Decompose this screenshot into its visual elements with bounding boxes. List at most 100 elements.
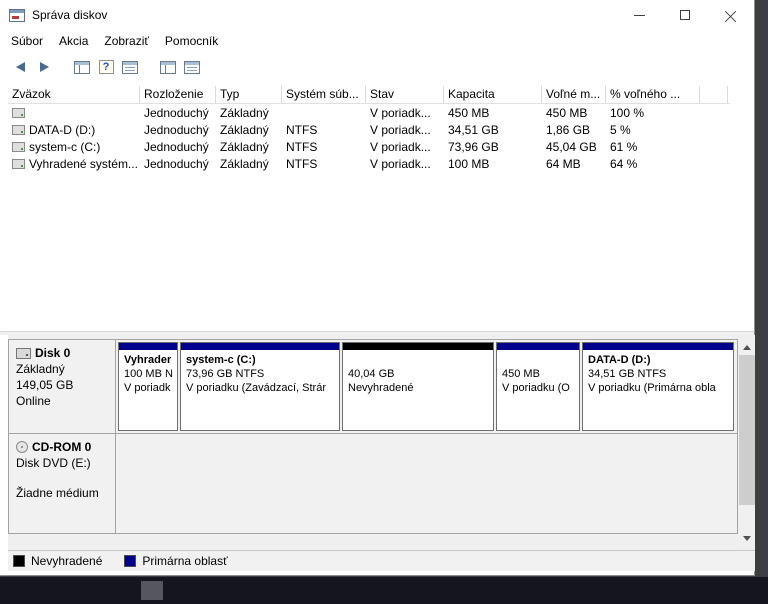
menu-file[interactable]: Súbor [3, 31, 51, 51]
close-icon [725, 9, 737, 21]
console-tree-button[interactable] [70, 55, 94, 79]
layout-cell: Jednoduchý [140, 140, 216, 154]
disk0-status: Online [16, 394, 108, 408]
action-pane-icon [160, 61, 176, 74]
volume-row-recovery[interactable]: Jednoduchý Základný V poriadk... 450 MB … [8, 104, 730, 121]
column-header-capacity[interactable]: Kapacita [444, 86, 542, 103]
forward-icon [40, 62, 49, 72]
legend-primary-partition: Primárna oblasť [124, 554, 227, 568]
volume-icon [12, 108, 25, 118]
layout-cell: Jednoduchý [140, 157, 216, 171]
type-cell: Základný [216, 123, 282, 137]
window-controls [616, 0, 754, 30]
cdrom-row: CD-ROM 0 Disk DVD (E:) Žiadne médium [8, 433, 738, 534]
volume-row-system-c[interactable]: system-c (C:) Jednoduchý Základný NTFS V… [8, 138, 730, 155]
action-pane-button[interactable] [156, 55, 180, 79]
type-cell: Základný [216, 106, 282, 120]
partition-size: 73,96 GB NTFS [181, 367, 339, 381]
partition-unallocated[interactable]: 40,04 GB Nevyhradené [342, 342, 494, 431]
filesystem-cell: NTFS [282, 140, 366, 154]
volume-name-cell [8, 108, 140, 118]
column-header-filesystem[interactable]: Systém súb... [282, 86, 366, 103]
unallocated-partition-strip [343, 343, 493, 350]
hard-disk-icon [16, 348, 31, 359]
cd-rom-icon [16, 441, 28, 453]
partition-recovery[interactable]: 450 MB V poriadku (O [496, 342, 580, 431]
vertical-scrollbar[interactable] [739, 339, 755, 546]
disk-rows: Disk 0 Základný 149,05 GB Online Vyhrade… [8, 339, 738, 534]
column-header-free-space[interactable]: Voľné m... [542, 86, 606, 103]
menu-action[interactable]: Akcia [51, 31, 96, 51]
partition-status: V poriadk [119, 381, 177, 395]
back-button[interactable] [8, 55, 32, 79]
status-cell: V poriadk... [366, 157, 444, 171]
column-header-percent-free[interactable]: % voľného ... [606, 86, 700, 103]
disk0-capacity: 149,05 GB [16, 378, 108, 392]
menu-help[interactable]: Pomocník [157, 31, 226, 51]
properties-icon [184, 61, 200, 74]
scroll-down-icon [743, 536, 751, 541]
list-view-button[interactable] [118, 55, 142, 79]
legend-label: Nevyhradené [31, 554, 102, 568]
legend-label: Primárna oblasť [142, 554, 227, 568]
scroll-up-button[interactable] [739, 339, 755, 355]
capacity-cell: 100 MB [444, 157, 542, 171]
partition-system-reserved[interactable]: Vyhrader 100 MB N V poriadk [118, 342, 178, 431]
column-header-type[interactable]: Typ [216, 86, 282, 103]
cdrom-label[interactable]: CD-ROM 0 Disk DVD (E:) Žiadne médium [9, 434, 116, 533]
disk-management-window: Správa diskov Súbor Akcia Zobraziť Pomoc… [0, 0, 755, 576]
volume-name-cell: Vyhradené systém... [8, 157, 140, 171]
table-header-row: Zväzok Rozloženie Typ Systém súb... Stav… [8, 86, 730, 104]
volume-icon [12, 125, 25, 135]
scroll-up-icon [743, 345, 751, 350]
cdrom-status: Žiadne médium [16, 486, 108, 500]
taskbar-app-item[interactable] [141, 581, 163, 600]
title-bar[interactable]: Správa diskov [0, 0, 754, 30]
disk0-label[interactable]: Disk 0 Základný 149,05 GB Online [9, 340, 116, 433]
maximize-button[interactable] [662, 0, 708, 30]
partition-name [497, 353, 579, 367]
partition-size: 100 MB N [119, 367, 177, 381]
free-space-cell: 450 MB [542, 106, 606, 120]
help-icon: ? [99, 60, 114, 74]
properties-button[interactable] [180, 55, 204, 79]
close-button[interactable] [708, 0, 754, 30]
column-header-status[interactable]: Stav [366, 86, 444, 103]
percent-free-cell: 61 % [606, 140, 700, 154]
partition-status: V poriadku (Primárna obla [583, 381, 733, 395]
layout-cell: Jednoduchý [140, 106, 216, 120]
help-button[interactable]: ? [94, 55, 118, 79]
column-header-layout[interactable]: Rozloženie [140, 86, 216, 103]
maximize-icon [680, 10, 690, 20]
percent-free-cell: 100 % [606, 106, 700, 120]
scroll-down-button[interactable] [739, 530, 755, 546]
filesystem-cell: NTFS [282, 157, 366, 171]
partition-system-c[interactable]: system-c (C:) 73,96 GB NTFS V poriadku (… [180, 342, 340, 431]
partition-data-d[interactable]: DATA-D (D:) 34,51 GB NTFS V poriadku (Pr… [582, 342, 734, 431]
volume-row-data-d[interactable]: DATA-D (D:) Jednoduchý Základný NTFS V p… [8, 121, 730, 138]
volume-list: Zväzok Rozloženie Typ Systém súb... Stav… [8, 86, 730, 172]
taskbar[interactable] [0, 577, 768, 604]
unallocated-swatch [13, 555, 25, 567]
scrollbar-thumb[interactable] [739, 355, 755, 505]
volume-name-cell: system-c (C:) [8, 140, 140, 154]
primary-partition-swatch [124, 555, 136, 567]
minimize-icon [634, 15, 645, 16]
forward-button[interactable] [32, 55, 56, 79]
primary-partition-strip [119, 343, 177, 350]
minimize-button[interactable] [616, 0, 662, 30]
column-header-volume[interactable]: Zväzok [8, 86, 140, 103]
volume-icon [12, 159, 25, 169]
partition-name: DATA-D (D:) [583, 353, 733, 367]
volume-row-system-reserved[interactable]: Vyhradené systém... Jednoduchý Základný … [8, 155, 730, 172]
menu-view[interactable]: Zobraziť [96, 31, 157, 51]
free-space-cell: 64 MB [542, 157, 606, 171]
list-view-icon [122, 61, 138, 74]
disk0-row: Disk 0 Základný 149,05 GB Online Vyhrade… [8, 339, 738, 434]
window-title: Správa diskov [32, 8, 107, 22]
disk0-name: Disk 0 [35, 346, 70, 360]
volume-name: system-c (C:) [29, 140, 100, 154]
partition-status: Nevyhradené [343, 381, 493, 395]
partition-size: 34,51 GB NTFS [583, 367, 733, 381]
partition-name [343, 353, 493, 367]
